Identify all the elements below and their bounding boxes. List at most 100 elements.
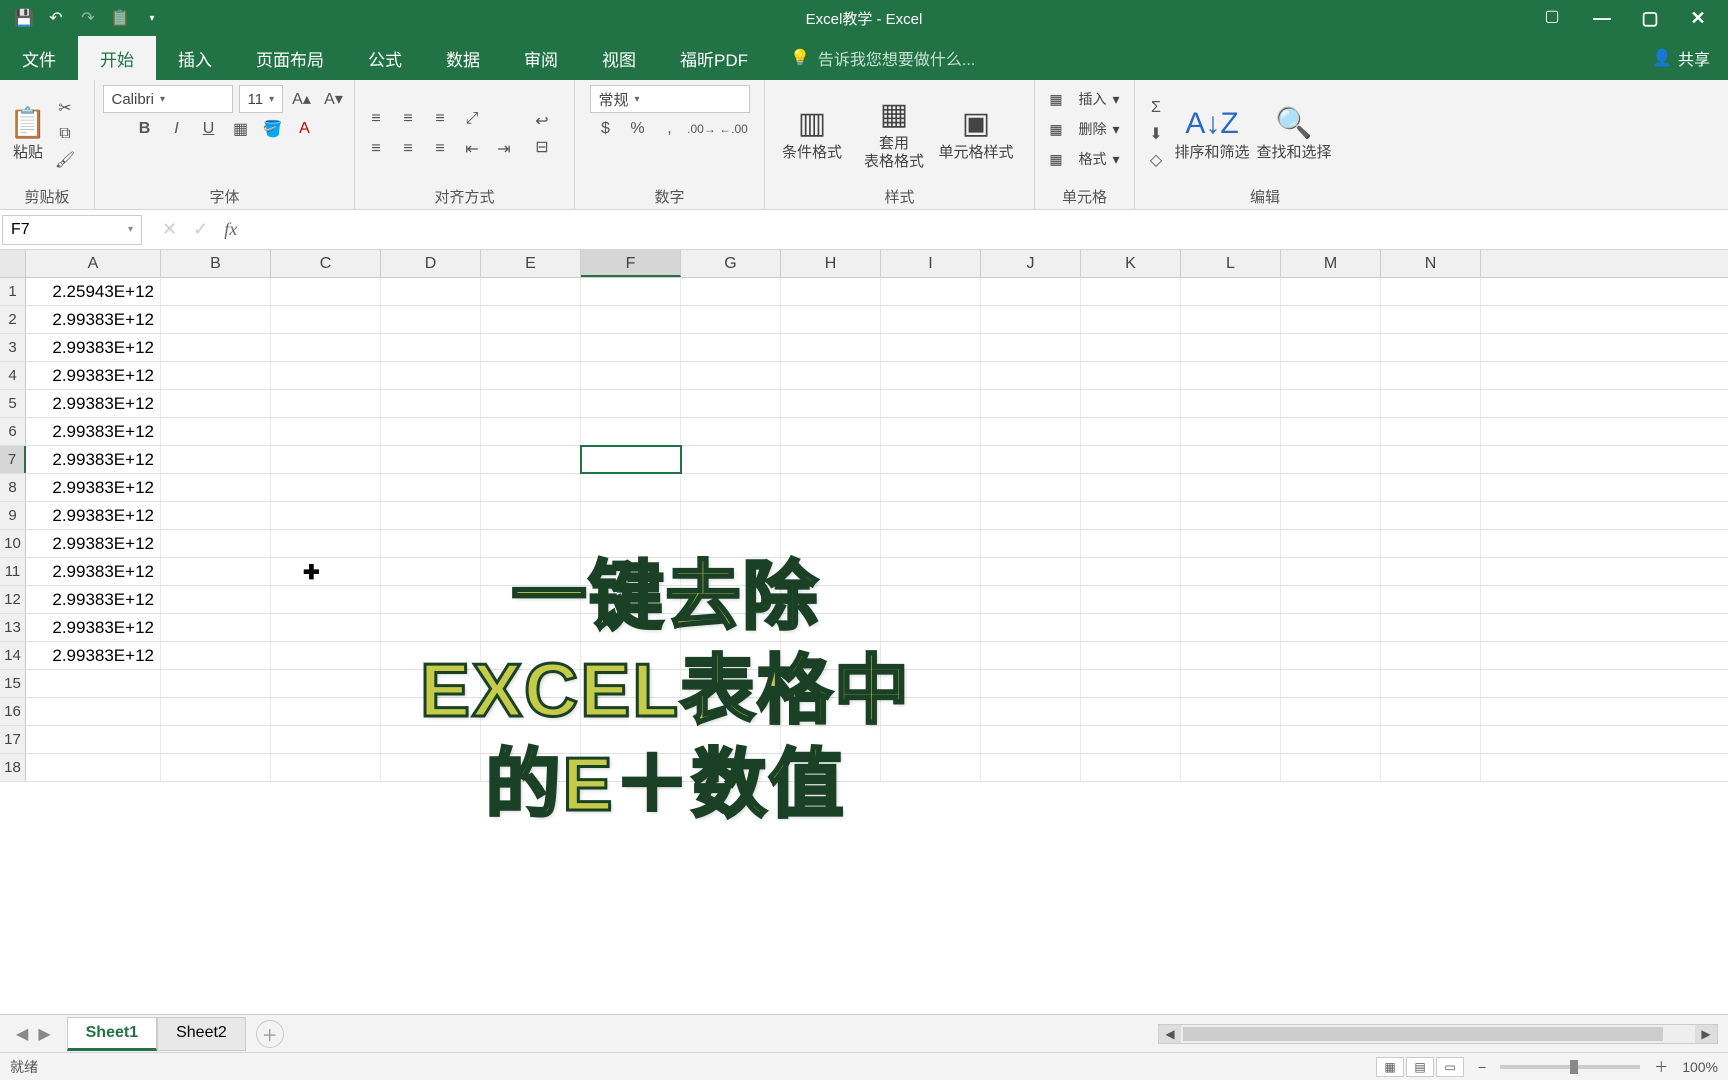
cell[interactable] xyxy=(1181,726,1281,753)
format-cells-button[interactable]: ▦ 格式 ▾ xyxy=(1049,144,1119,174)
cell[interactable] xyxy=(781,306,881,333)
cell[interactable] xyxy=(1081,502,1181,529)
cell[interactable]: 2.99383E+12 xyxy=(26,446,161,473)
number-format-combo[interactable]: 常规▾ xyxy=(590,85,750,113)
cell[interactable]: 2.99383E+12 xyxy=(26,642,161,669)
column-header[interactable]: D xyxy=(381,250,481,277)
column-header[interactable]: A xyxy=(26,250,161,277)
cell[interactable] xyxy=(1181,474,1281,501)
cell[interactable] xyxy=(1381,698,1481,725)
cell[interactable] xyxy=(481,502,581,529)
cell[interactable] xyxy=(1181,530,1281,557)
cell[interactable] xyxy=(1381,362,1481,389)
font-size-combo[interactable]: 11▾ xyxy=(239,85,283,113)
autosum-icon[interactable]: Σ xyxy=(1143,95,1169,121)
row-header[interactable]: 9 xyxy=(0,502,26,529)
cell[interactable]: 2.99383E+12 xyxy=(26,502,161,529)
cell[interactable] xyxy=(271,558,381,585)
cell[interactable] xyxy=(381,390,481,417)
cell[interactable]: 2.99383E+12 xyxy=(26,334,161,361)
increase-indent-icon[interactable]: ⇥ xyxy=(491,136,517,162)
column-header[interactable]: K xyxy=(1081,250,1181,277)
cell[interactable] xyxy=(161,362,271,389)
comma-icon[interactable]: , xyxy=(657,116,683,142)
cell[interactable] xyxy=(481,474,581,501)
cell[interactable]: 2.99383E+12 xyxy=(26,474,161,501)
cell[interactable] xyxy=(1281,586,1381,613)
cell[interactable] xyxy=(681,502,781,529)
cell[interactable] xyxy=(381,474,481,501)
maximize-icon[interactable]: ▢ xyxy=(1636,4,1664,32)
row-header[interactable]: 8 xyxy=(0,474,26,501)
cell[interactable] xyxy=(161,726,271,753)
cell[interactable] xyxy=(781,334,881,361)
tab-foxit-pdf[interactable]: 福昕PDF xyxy=(658,36,770,80)
cell[interactable] xyxy=(881,306,981,333)
column-header[interactable]: N xyxy=(1381,250,1481,277)
close-icon[interactable]: ✕ xyxy=(1684,4,1712,32)
cell[interactable] xyxy=(271,278,381,305)
cell[interactable] xyxy=(1381,754,1481,781)
cell[interactable] xyxy=(1081,670,1181,697)
row-header[interactable]: 18 xyxy=(0,754,26,781)
cell[interactable] xyxy=(161,446,271,473)
row-header[interactable]: 7 xyxy=(0,446,26,473)
cell[interactable] xyxy=(1081,390,1181,417)
cell[interactable] xyxy=(271,474,381,501)
tab-page-layout[interactable]: 页面布局 xyxy=(234,36,346,80)
cell[interactable] xyxy=(1281,726,1381,753)
cell[interactable] xyxy=(1181,362,1281,389)
cell[interactable] xyxy=(1081,642,1181,669)
bold-icon[interactable]: B xyxy=(132,116,158,142)
cell[interactable] xyxy=(981,362,1081,389)
cell[interactable] xyxy=(581,362,681,389)
cell[interactable] xyxy=(1281,614,1381,641)
scroll-thumb[interactable] xyxy=(1183,1027,1663,1041)
cell[interactable]: 2.99383E+12 xyxy=(26,614,161,641)
redo-icon[interactable]: ↷ xyxy=(76,6,100,30)
cell[interactable] xyxy=(1081,306,1181,333)
cell[interactable] xyxy=(1281,306,1381,333)
cell[interactable] xyxy=(271,586,381,613)
currency-icon[interactable]: $ xyxy=(593,116,619,142)
cell[interactable] xyxy=(781,474,881,501)
cell[interactable] xyxy=(781,278,881,305)
cell[interactable] xyxy=(1181,754,1281,781)
cell[interactable] xyxy=(1181,558,1281,585)
cell[interactable] xyxy=(481,306,581,333)
decrease-decimal-icon[interactable]: ←.00 xyxy=(721,116,747,142)
name-box[interactable]: F7 ▾ xyxy=(2,215,142,245)
view-page-break-icon[interactable]: ▭ xyxy=(1436,1057,1464,1077)
cell[interactable] xyxy=(681,278,781,305)
qat-dropdown-icon[interactable]: ▾ xyxy=(140,6,164,30)
align-right-icon[interactable]: ≡ xyxy=(427,136,453,162)
sheet-nav-prev-icon[interactable]: ◀ xyxy=(16,1024,28,1044)
cell[interactable] xyxy=(1181,306,1281,333)
cell[interactable] xyxy=(271,726,381,753)
column-header[interactable]: G xyxy=(681,250,781,277)
cell[interactable] xyxy=(781,418,881,445)
cell[interactable] xyxy=(1381,614,1481,641)
cell[interactable] xyxy=(1381,502,1481,529)
cell[interactable] xyxy=(271,698,381,725)
cell[interactable] xyxy=(581,502,681,529)
cell[interactable] xyxy=(381,446,481,473)
row-header[interactable]: 10 xyxy=(0,530,26,557)
cell[interactable] xyxy=(1281,502,1381,529)
fx-icon[interactable]: fx xyxy=(224,219,249,240)
cancel-formula-icon[interactable]: ✕ xyxy=(162,219,177,240)
cell[interactable] xyxy=(681,390,781,417)
cell[interactable] xyxy=(271,754,381,781)
cell[interactable] xyxy=(161,642,271,669)
cell[interactable] xyxy=(161,306,271,333)
cell[interactable] xyxy=(381,502,481,529)
align-middle-icon[interactable]: ≡ xyxy=(395,106,421,132)
cell[interactable]: 2.99383E+12 xyxy=(26,418,161,445)
column-header[interactable]: C xyxy=(271,250,381,277)
cell[interactable] xyxy=(1081,334,1181,361)
row-header[interactable]: 11 xyxy=(0,558,26,585)
cell[interactable] xyxy=(781,446,881,473)
cell[interactable] xyxy=(681,474,781,501)
cell[interactable] xyxy=(1181,670,1281,697)
cell[interactable] xyxy=(981,642,1081,669)
